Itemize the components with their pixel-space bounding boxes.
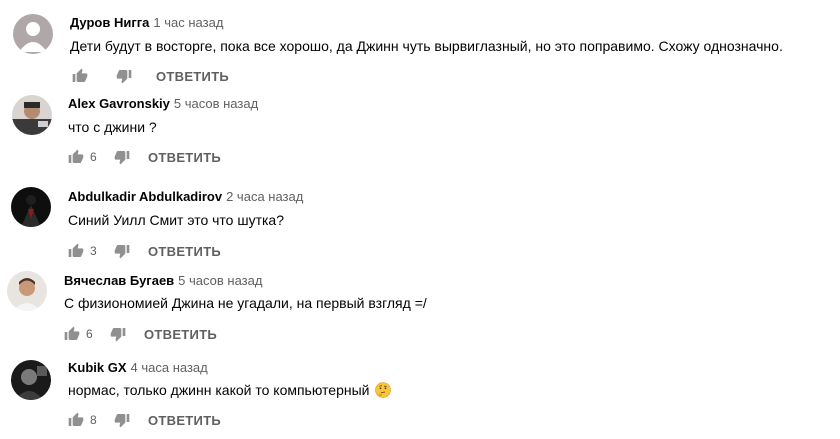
thumbs-down-icon <box>110 328 126 342</box>
comment-item: Дуров Нигга 1 час назад Дети будут в вост… <box>0 0 840 90</box>
thumbs-down-icon <box>116 70 132 84</box>
user-photo-icon <box>7 271 47 311</box>
comment-text: что с джини ? <box>68 119 157 135</box>
avatar[interactable] <box>11 360 51 400</box>
like-count: 6 <box>86 327 93 341</box>
like-button[interactable] <box>66 147 86 167</box>
comment-timestamp[interactable]: 2 часа назад <box>226 189 303 204</box>
reply-button[interactable]: ОТВЕТИТЬ <box>148 150 221 165</box>
comment-item: Alex Gavronskiy 5 часов назад что с джини… <box>0 90 840 180</box>
thumbs-up-icon <box>64 326 80 340</box>
avatar[interactable] <box>13 14 53 54</box>
avatar[interactable] <box>12 95 52 135</box>
thumbs-down-icon <box>114 151 130 165</box>
like-count: 8 <box>90 413 97 427</box>
comment-timestamp[interactable]: 5 часов назад <box>178 273 262 288</box>
user-photo-icon <box>11 187 51 227</box>
reply-button[interactable]: ОТВЕТИТЬ <box>148 244 221 259</box>
dislike-button[interactable] <box>112 241 132 261</box>
user-photo-icon <box>11 360 51 400</box>
like-button[interactable] <box>62 324 82 344</box>
reply-button[interactable]: ОТВЕТИТЬ <box>148 413 221 428</box>
avatar[interactable] <box>11 187 51 227</box>
author-name[interactable]: Вячеслав Бугаев <box>64 273 174 288</box>
reply-button[interactable]: ОТВЕТИТЬ <box>156 69 229 84</box>
thinking-face-icon <box>375 382 392 398</box>
comment-timestamp[interactable]: 1 час назад <box>153 15 223 30</box>
thumbs-up-icon <box>68 243 84 257</box>
like-button[interactable] <box>66 410 86 430</box>
comment-text: С физиономией Джина не угадали, на первы… <box>64 295 427 311</box>
thumbs-up-icon <box>72 68 88 82</box>
thumbs-down-icon <box>114 245 130 259</box>
comment-text: Дети будут в восторге, пока все хорошо, … <box>70 38 783 54</box>
comment-text: Синий Уилл Смит это что шутка? <box>68 212 285 228</box>
comment-timestamp[interactable]: 5 часов назад <box>174 96 258 111</box>
comment-text-body: нормас, только джинн какой то компьютерн… <box>68 382 370 398</box>
dislike-button[interactable] <box>108 324 128 344</box>
comment-item: Вячеслав Бугаев 5 часов назад С физиономи… <box>0 266 840 348</box>
default-user-icon <box>13 14 53 54</box>
author-name[interactable]: Alex Gavronskiy <box>68 96 170 111</box>
like-count: 3 <box>90 244 97 258</box>
dislike-button[interactable] <box>114 66 134 86</box>
dislike-button[interactable] <box>112 410 132 430</box>
thumbs-up-icon <box>68 412 84 426</box>
comment-item: Abdulkadir Abdulkadirov 2 часа назад Сини… <box>0 180 840 270</box>
dislike-button[interactable] <box>112 147 132 167</box>
user-photo-icon <box>12 95 52 135</box>
reply-button[interactable]: ОТВЕТИТЬ <box>144 327 217 342</box>
like-button[interactable] <box>70 66 90 86</box>
thumbs-down-icon <box>114 414 130 428</box>
like-count: 6 <box>90 150 97 164</box>
comment-text: нормас, только джинн какой то компьютерн… <box>68 381 392 399</box>
thumbs-up-icon <box>68 149 84 163</box>
comment-item: Kubik GX 4 часа назад нормас, только джин… <box>0 348 840 439</box>
author-name[interactable]: Abdulkadir Abdulkadirov <box>68 189 222 204</box>
comment-timestamp[interactable]: 4 часа назад <box>131 360 208 375</box>
author-name[interactable]: Дуров Нигга <box>70 15 149 30</box>
like-button[interactable] <box>66 241 86 261</box>
author-name[interactable]: Kubik GX <box>68 360 127 375</box>
avatar[interactable] <box>7 271 47 311</box>
